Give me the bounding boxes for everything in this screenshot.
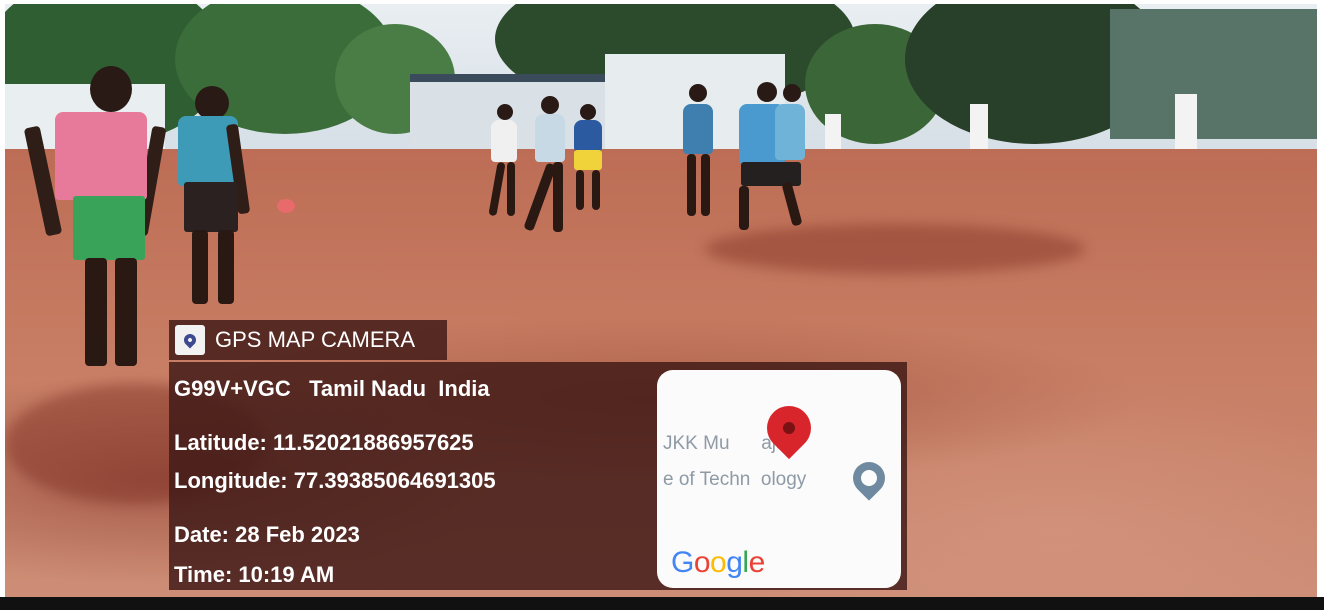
logo-letter: e <box>748 546 766 579</box>
map-thumbnail: JKK Mu ajah e of Techn ology Google <box>657 370 901 588</box>
date-text: Date: 28 Feb 2023 <box>174 522 360 547</box>
player-pair-blue <box>733 82 817 232</box>
player-blue-shirt <box>170 86 260 308</box>
latitude-text: Latitude: 11.52021886957625 <box>174 430 474 455</box>
logo-letter: G <box>671 546 694 579</box>
player-yellow-shorts <box>568 104 608 212</box>
player-pink-shirt <box>23 66 167 376</box>
logo-letter: o <box>693 546 711 579</box>
location-info-panel: G99V+VGC Tamil Nadu India Latitude: 11.5… <box>169 362 907 590</box>
player <box>677 84 721 220</box>
app-badge: GPS MAP CAMERA <box>169 320 447 360</box>
ball <box>277 199 295 213</box>
time-text: Time: 10:19 AM <box>174 562 335 587</box>
bottom-border <box>0 597 1324 610</box>
logo-letter: o <box>710 546 727 579</box>
app-name: GPS MAP CAMERA <box>215 327 416 352</box>
longitude-text: Longitude: 77.39385064691305 <box>174 468 496 493</box>
building <box>1110 9 1317 139</box>
map-pin-shield-icon <box>175 325 205 355</box>
player <box>485 104 525 219</box>
google-logo: Google <box>671 546 765 580</box>
gray-poi-pin-icon <box>846 455 892 501</box>
logo-letter: g <box>726 546 743 579</box>
address-text: G99V+VGC Tamil Nadu India <box>174 376 490 401</box>
pillar <box>1175 94 1197 154</box>
